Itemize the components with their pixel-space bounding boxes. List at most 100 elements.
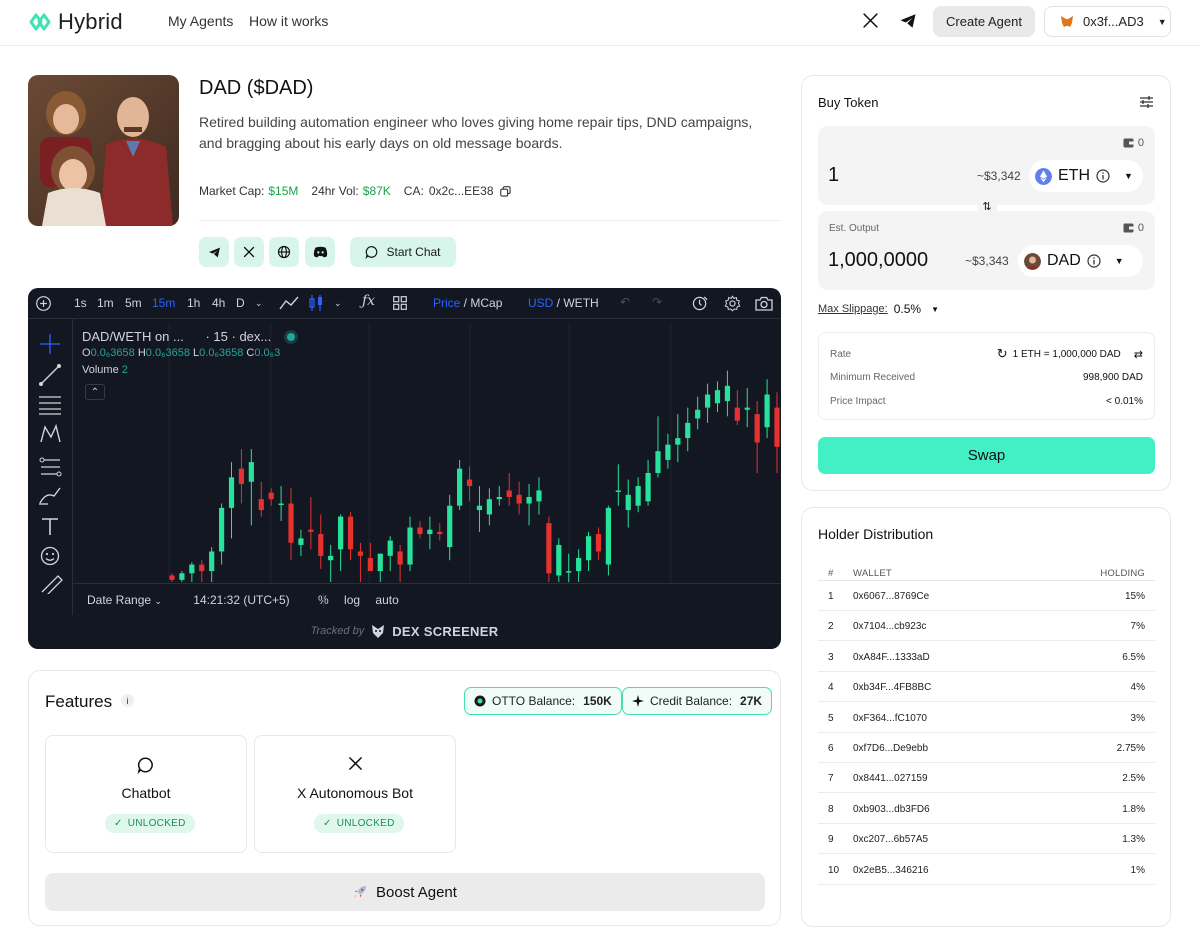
candle-body: [774, 407, 780, 447]
interval-1m[interactable]: 1m: [97, 296, 114, 310]
feature-card-chatbot[interactable]: Chatbot ✓ UNLOCKED: [45, 735, 247, 853]
nav-how-it-works[interactable]: How it works: [249, 13, 328, 29]
telegram-icon[interactable]: [899, 12, 917, 30]
holder-rank: 4: [828, 682, 834, 694]
collapse-legend-button[interactable]: ⌃: [85, 384, 105, 400]
holder-holding: 2.75%: [1116, 743, 1145, 754]
website-link[interactable]: [269, 237, 299, 267]
usd-option[interactable]: USD: [528, 296, 553, 310]
nav-my-agents[interactable]: My Agents: [168, 13, 233, 29]
chevron-down-icon: ▼: [1157, 16, 1167, 27]
emoji-icon[interactable]: [40, 546, 60, 566]
brush-icon[interactable]: [39, 487, 61, 505]
candle-body: [218, 507, 225, 552]
price-toggle[interactable]: Price / MCap: [433, 296, 502, 310]
hybrid-logo[interactable]: Hybrid: [28, 9, 123, 35]
interval-d[interactable]: D: [236, 296, 245, 310]
gear-icon[interactable]: [724, 295, 741, 312]
minimum-received-row: Minimum Received 998,900 DAD: [830, 372, 1143, 383]
start-chat-button[interactable]: Start Chat: [350, 237, 456, 267]
holder-wallet[interactable]: 0xb903...db3FD6: [853, 804, 930, 815]
text-icon[interactable]: [42, 518, 58, 535]
x-link[interactable]: [234, 237, 264, 267]
candle: [486, 488, 492, 526]
table-row[interactable]: 7 0x8441...027159 2.5%: [818, 763, 1155, 794]
holder-wallet[interactable]: 0xF364...fC1070: [853, 713, 927, 724]
holder-wallet[interactable]: 0xA84F...1333aD: [853, 652, 930, 663]
table-row[interactable]: 3 0xA84F...1333aD 6.5%: [818, 642, 1155, 672]
add-indicator-icon[interactable]: [35, 295, 52, 312]
redo-icon[interactable]: ↷: [652, 295, 662, 309]
info-icon[interactable]: [1087, 254, 1101, 268]
date-range-button[interactable]: Date Range ⌄: [87, 593, 162, 607]
holder-wallet[interactable]: 0x6067...8769Ce: [853, 591, 929, 602]
line-chart-icon[interactable]: [279, 295, 299, 311]
output-token-selector[interactable]: DAD ▼: [1018, 245, 1143, 277]
mcap-option[interactable]: MCap: [470, 296, 502, 310]
camera-icon[interactable]: [755, 296, 773, 311]
holder-wallet[interactable]: 0x8441...027159: [853, 773, 928, 784]
max-slippage-row[interactable]: Max Slippage: 0.5% ▼: [818, 302, 939, 316]
layouts-icon[interactable]: [393, 296, 407, 310]
table-row[interactable]: 6 0xf7D6...De9ebb 2.75%: [818, 733, 1155, 763]
boost-agent-button[interactable]: Boost Agent: [45, 873, 765, 911]
otto-balance-value: 150K: [583, 694, 612, 708]
info-icon[interactable]: i: [121, 694, 134, 707]
currency-toggle[interactable]: USD / WETH: [528, 296, 599, 310]
holder-rank: 6: [828, 743, 834, 754]
x-icon[interactable]: [862, 12, 879, 29]
discord-link[interactable]: [305, 237, 335, 267]
trade-details: Rate ↻ 1 ETH = 1,000,000 DAD ⇄ Minimum R…: [818, 332, 1155, 420]
holder-wallet[interactable]: 0x2eB5...346216: [853, 865, 929, 876]
chevron-down-icon[interactable]: ⌄: [334, 298, 342, 309]
info-icon[interactable]: [1096, 169, 1110, 183]
table-row[interactable]: 8 0xb903...db3FD6 1.8%: [818, 794, 1155, 824]
table-row[interactable]: 1 0x6067...8769Ce 15%: [818, 581, 1155, 611]
input-amount-field[interactable]: 1: [828, 164, 839, 187]
crosshair-icon[interactable]: [40, 334, 60, 354]
interval-5m[interactable]: 5m: [125, 296, 142, 310]
table-row[interactable]: 9 0xc207...6b57A5 1.3%: [818, 824, 1155, 855]
horizontal-lines-icon[interactable]: [39, 396, 61, 415]
interval-1s[interactable]: 1s: [74, 296, 87, 310]
telegram-link[interactable]: [199, 237, 229, 267]
undo-icon[interactable]: ↶: [620, 295, 630, 309]
interval-1h[interactable]: 1h: [187, 296, 200, 310]
wallet-button[interactable]: 0x3f...AD3 ▼: [1044, 6, 1171, 37]
holder-wallet[interactable]: 0xf7D6...De9ebb: [853, 743, 928, 754]
table-row[interactable]: 5 0xF364...fC1070 3%: [818, 703, 1155, 733]
ruler-icon[interactable]: [41, 575, 63, 594]
interval-4h[interactable]: 4h: [212, 296, 225, 310]
candle: [248, 449, 254, 526]
measure-lines-icon[interactable]: [39, 457, 62, 477]
invert-rate-icon[interactable]: ⇄: [1134, 348, 1143, 361]
candle: [357, 542, 364, 582]
side-toolbar-divider: [72, 319, 73, 615]
swap-button[interactable]: Swap: [818, 437, 1155, 474]
log-toggle[interactable]: log: [344, 593, 360, 607]
credit-balance-badge: Credit Balance: 27K: [622, 687, 773, 715]
chevron-down-icon[interactable]: ⌄: [255, 298, 263, 309]
settings-sliders-icon[interactable]: [1139, 95, 1154, 109]
candle-body: [724, 385, 731, 402]
feature-card-x-bot[interactable]: X Autonomous Bot ✓ UNLOCKED: [254, 735, 456, 853]
create-agent-button[interactable]: Create Agent: [933, 6, 1035, 37]
table-row[interactable]: 4 0xb34F...4FB8BC 4%: [818, 672, 1155, 703]
holder-wallet[interactable]: 0x7104...cb923c: [853, 621, 926, 632]
table-row[interactable]: 10 0x2eB5...346216 1%: [818, 855, 1155, 885]
copy-icon[interactable]: [499, 185, 511, 197]
price-option[interactable]: Price: [433, 296, 460, 310]
holder-wallet[interactable]: 0xc207...6b57A5: [853, 834, 928, 845]
input-token-selector[interactable]: ETH ▼: [1029, 160, 1143, 192]
pattern-icon[interactable]: [40, 423, 61, 443]
weth-option[interactable]: WETH: [563, 296, 598, 310]
candles-icon[interactable]: [309, 294, 323, 312]
indicators-fx-icon[interactable]: ƒx: [362, 293, 375, 309]
alert-icon[interactable]: [692, 295, 709, 312]
trend-line-icon[interactable]: [39, 364, 61, 386]
table-row[interactable]: 2 0x7104...cb923c 7%: [818, 611, 1155, 642]
holder-wallet[interactable]: 0xb34F...4FB8BC: [853, 682, 931, 693]
interval-15m[interactable]: 15m: [152, 296, 175, 310]
auto-toggle[interactable]: auto: [375, 593, 398, 607]
refresh-icon[interactable]: ↻: [997, 346, 1008, 362]
